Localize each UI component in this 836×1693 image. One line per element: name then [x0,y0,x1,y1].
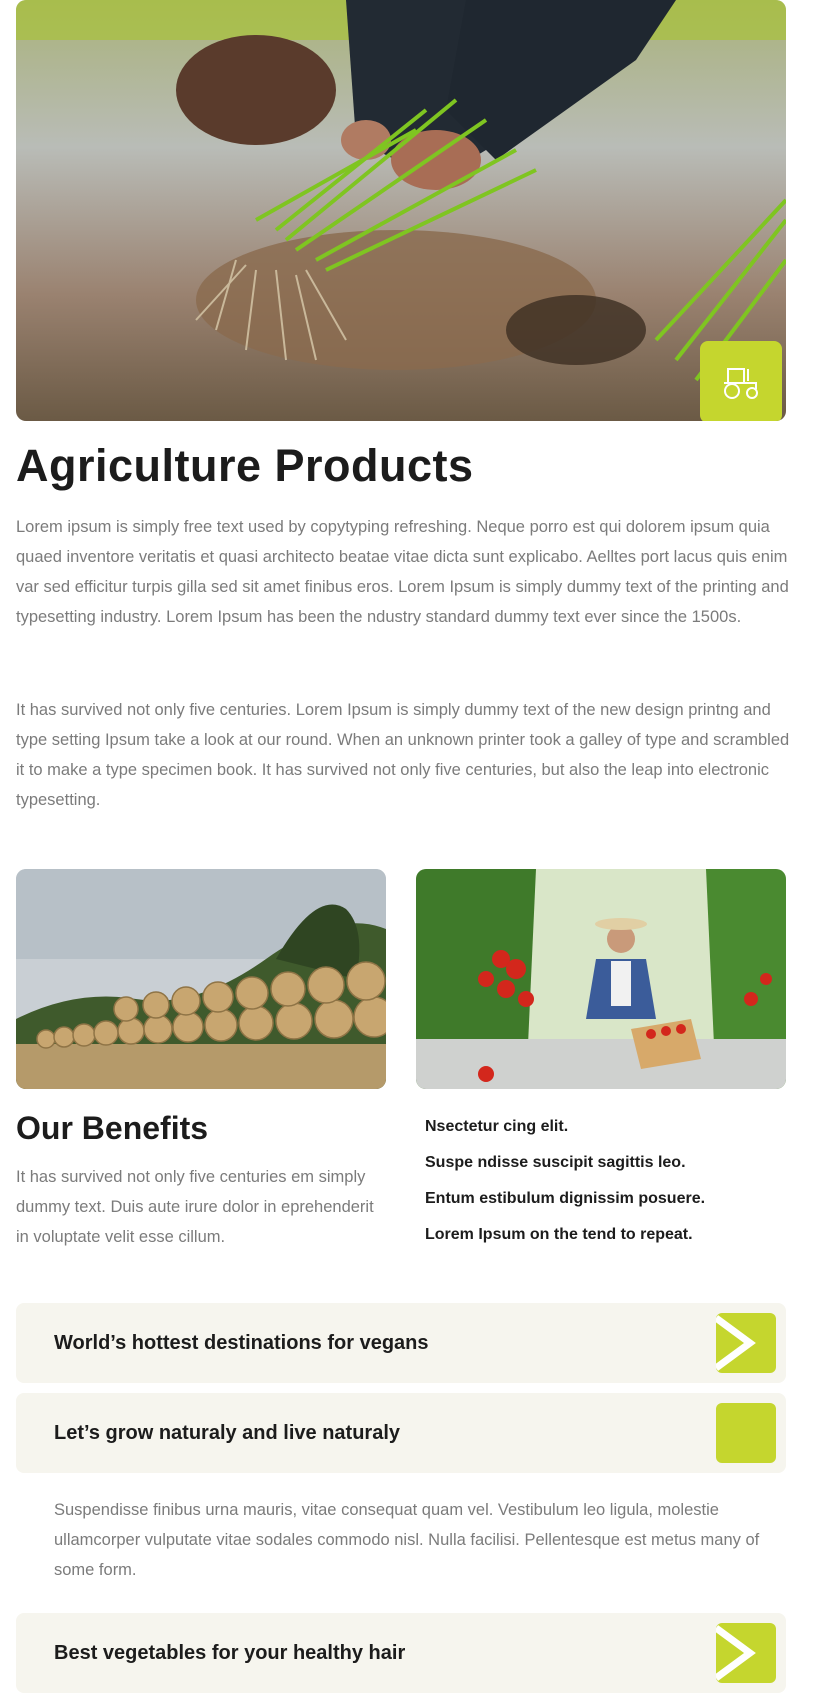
hay-bales-image [16,869,386,1089]
benefit-item: Lorem Ipsum on the tend to repeat. [425,1226,693,1243]
benefits-list: Nsectetur cing elit. Suspe ndisse suscip… [425,1114,705,1258]
chevron-right-icon [716,1625,756,1681]
accordion-item-vegans[interactable]: World’s hottest destinations for vegans [16,1303,786,1383]
accordion-item-grow-naturaly[interactable]: Let’s grow naturaly and live naturaly [16,1393,786,1473]
accordion-title[interactable]: World’s hottest destinations for vegans [54,1303,429,1383]
accordion-body: Suspendisse finibus urna mauris, vitae c… [54,1501,760,1579]
page-title: Agriculture Products [16,440,474,491]
secondary-paragraph: It has survived not only five centuries.… [16,701,790,809]
benefits-title: Our Benefits [16,1110,209,1146]
expand-button[interactable] [716,1623,776,1683]
benefit-item: Nsectetur cing elit. [425,1118,569,1135]
expand-button[interactable] [716,1313,776,1373]
collapse-icon [716,1403,776,1463]
tomato-farmer-image [416,869,786,1089]
collapse-button[interactable] [716,1403,776,1463]
chevron-right-icon [716,1315,756,1371]
tractor-badge [700,341,782,421]
accordion-title[interactable]: Let’s grow naturaly and live naturaly [54,1393,400,1473]
benefit-item: Entum estibulum dignissim posuere. [425,1190,706,1207]
tractor-icon [724,368,758,399]
hero-image [16,0,786,421]
intro-paragraph: Lorem ipsum is simply free text used by … [16,518,789,626]
accordion-title[interactable]: Best vegetables for your healthy hair [54,1613,405,1693]
benefits-text: It has survived not only five centuries … [16,1168,374,1246]
benefit-item: Suspe ndisse suscipit sagittis leo. [425,1154,686,1171]
accordion-item-vegetables[interactable]: Best vegetables for your healthy hair [16,1613,786,1693]
